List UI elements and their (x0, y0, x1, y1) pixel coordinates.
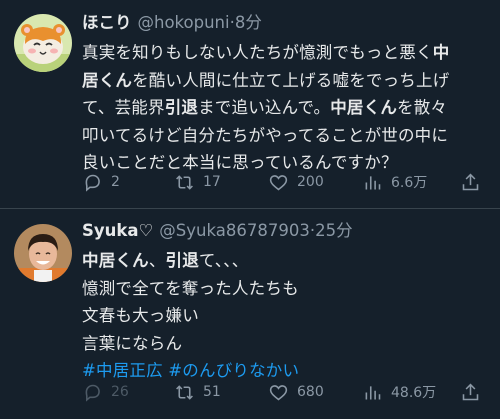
share-icon (462, 173, 479, 190)
retweet-button[interactable]: 17 (174, 170, 221, 194)
retweet-icon (176, 174, 193, 190)
tweet-header: ほこり @hokopuni·8分 (82, 10, 262, 36)
display-name[interactable]: Syuka♡ (82, 221, 153, 240)
text-segment: て、芸能界 (82, 98, 165, 117)
hamster-avatar-icon (14, 14, 72, 72)
text-line: 言葉にならん (82, 330, 487, 358)
tweet[interactable]: Syuka♡ @Syuka86787903·25分 中居くん、引退て、、、 憶測で… (0, 209, 500, 419)
text-segment: 真実を知りもしない人たちが憶測でもっと悪く (82, 43, 433, 62)
text-segment: 、 (148, 251, 166, 270)
action-bar: 26 51 680 48.6万 (82, 380, 492, 404)
text-bold-segment: 中 (432, 43, 450, 62)
hashtag-link[interactable]: #中居正広 (82, 361, 163, 380)
timestamp[interactable]: 25分 (315, 221, 353, 240)
views-button[interactable]: 48.6万 (362, 380, 436, 404)
user-handle[interactable]: @Syuka86787903 (159, 221, 310, 240)
like-button[interactable]: 200 (268, 170, 324, 194)
views-icon (365, 385, 381, 399)
text-line: 憶測で全てを奪った人たちも (82, 275, 487, 303)
reply-button[interactable]: 26 (82, 380, 129, 404)
avatar[interactable] (14, 224, 72, 282)
text-line: 居くんを酷い人間に仕立て上げる嘘をでっち上げ (82, 67, 487, 95)
view-count: 48.6万 (391, 385, 437, 401)
person-avatar-icon (14, 224, 72, 282)
like-icon (269, 174, 288, 191)
tweet[interactable]: ほこり @hokopuni·8分 真実を知りもしない人たちが憶測でもっと悪く中 居… (0, 0, 500, 208)
text-segment: まで追い込んで。 (198, 98, 331, 117)
views-button[interactable]: 6.6万 (362, 170, 427, 194)
retweet-count: 51 (203, 384, 221, 400)
retweet-icon (176, 384, 193, 400)
like-count: 680 (297, 384, 324, 400)
reply-button[interactable]: 2 (82, 170, 120, 194)
text-segment: を散々 (397, 98, 448, 117)
user-handle[interactable]: @hokopuni (138, 13, 230, 32)
view-count: 6.6万 (391, 175, 428, 191)
text-bold-segment: 引退 (165, 251, 199, 270)
reply-icon (85, 174, 100, 192)
text-bold-segment: 中居くん (82, 251, 149, 270)
reply-count: 26 (111, 384, 129, 400)
views-icon (365, 175, 381, 189)
action-bar: 2 17 200 6.6万 (82, 170, 492, 194)
tweet-header: Syuka♡ @Syuka86787903·25分 (82, 218, 353, 244)
share-button[interactable] (460, 170, 481, 194)
text-line: て、芸能界引退まで追い込んで。中居くんを散々 (82, 94, 487, 122)
avatar[interactable] (14, 14, 72, 72)
text-segment: 叩いてるけど自分たちがやってることが世の中に (82, 125, 449, 145)
reply-icon (85, 384, 100, 402)
text-segment: 憶測で全てを奪った人たちも (82, 278, 299, 298)
text-bold-segment: 居くん (82, 70, 133, 90)
display-name[interactable]: ほこり (82, 13, 132, 32)
text-line: 叩いてるけど自分たちがやってることが世の中に (82, 122, 487, 150)
tweet-text: 中居くん、引退て、、、 憶測で全てを奪った人たちも 文春も大っ嫌い 言葉にならん… (82, 247, 487, 385)
retweet-count: 17 (203, 174, 221, 190)
like-button[interactable]: 680 (268, 380, 324, 404)
text-line: 真実を知りもしない人たちが憶測でもっと悪く中 (82, 39, 487, 67)
reply-count: 2 (111, 174, 120, 190)
retweet-button[interactable]: 51 (174, 380, 221, 404)
text-segment: を酷い人間に仕立て上げる嘘をでっち上げ (132, 70, 450, 90)
hashtag-link[interactable]: #のんびりなかい (168, 361, 299, 380)
text-segment: 文春も大っ嫌い (82, 306, 199, 325)
text-segment: て、、、 (198, 251, 249, 270)
tweet-text: 真実を知りもしない人たちが憶測でもっと悪く中 居くんを酷い人間に仕立て上げる嘘を… (82, 39, 487, 177)
text-segment: 言葉にならん (82, 333, 183, 353)
share-icon (462, 383, 479, 400)
text-line: 中居くん、引退て、、、 (82, 247, 487, 275)
text-bold-segment: 中居くん (330, 98, 398, 117)
like-count: 200 (297, 174, 324, 190)
share-button[interactable] (460, 380, 481, 404)
like-icon (269, 384, 288, 401)
timestamp[interactable]: 8分 (235, 13, 262, 32)
text-bold-segment: 引退 (164, 98, 199, 117)
text-line: 文春も大っ嫌い (82, 302, 487, 330)
timeline: ほこり @hokopuni·8分 真実を知りもしない人たちが憶測でもっと悪く中 居… (0, 0, 500, 419)
